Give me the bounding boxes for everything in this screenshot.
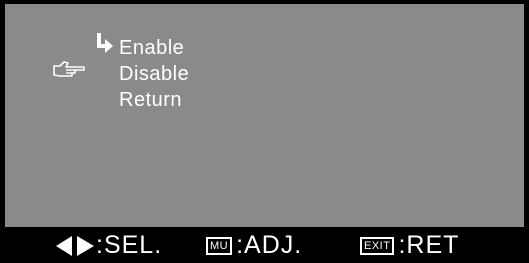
osd-screen: Enable Disable Return :SEL. MU :ADJ. EXI… — [0, 0, 529, 263]
footer-sel-label: :SEL. — [96, 231, 163, 259]
osd-menu-panel: Enable Disable Return — [5, 4, 524, 227]
footer-return-hint: EXIT :RET — [360, 228, 459, 263]
footer-adjust-hint: MU :ADJ. — [206, 228, 302, 263]
menu-item-enable[interactable]: Enable — [119, 35, 189, 61]
left-right-arrows-icon — [56, 235, 94, 256]
footer-adj-label: :ADJ. — [236, 231, 303, 259]
menu-list: Enable Disable Return — [119, 35, 189, 113]
pointing-hand-icon — [53, 61, 85, 77]
menu-item-return[interactable]: Return — [119, 87, 189, 113]
return-arrow-icon — [97, 33, 113, 53]
footer-select-hint: :SEL. — [56, 228, 162, 263]
exit-key-badge: EXIT — [360, 236, 395, 255]
menu-item-disable[interactable]: Disable — [119, 61, 189, 87]
osd-footer: :SEL. MU :ADJ. EXIT :RET — [0, 228, 529, 263]
mu-key-badge: MU — [206, 236, 233, 255]
footer-ret-label: :RET — [398, 231, 460, 259]
